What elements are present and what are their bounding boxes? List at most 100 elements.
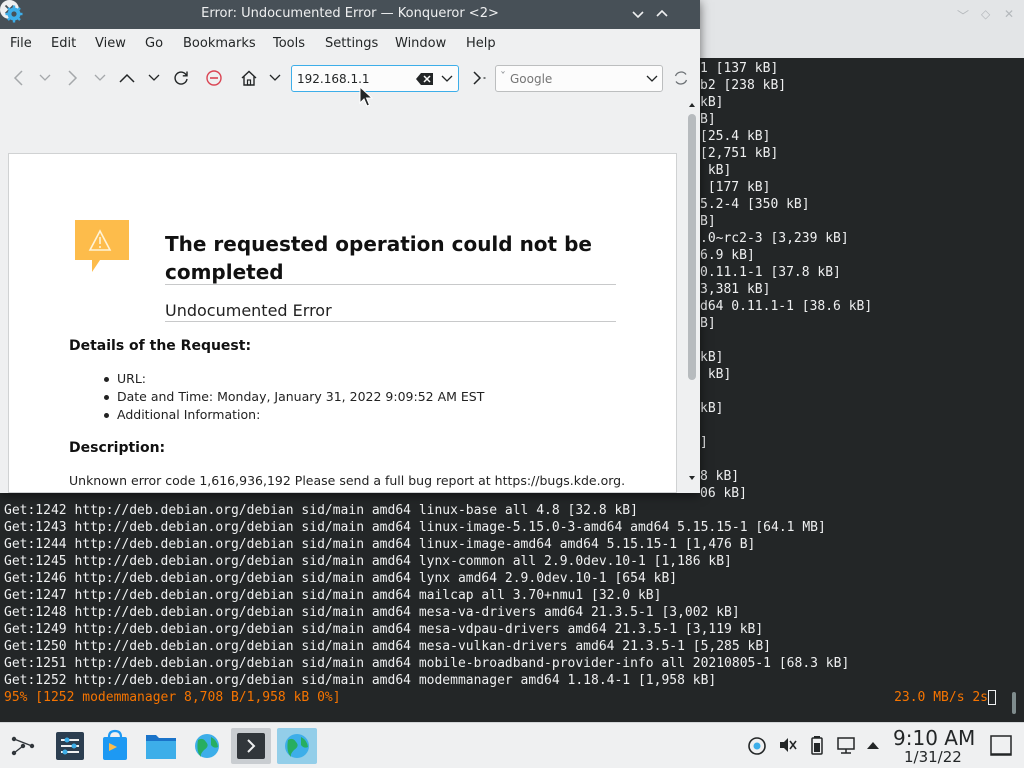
terminal-line-fragment: kB] [700, 401, 724, 416]
terminal-line-fragment: kB] [700, 163, 732, 178]
home-chevron-down-icon[interactable] [268, 73, 282, 83]
detail-date-time: Date and Time: Monday, January 31, 2022 … [103, 389, 485, 404]
terminal-maximize-icon[interactable]: ◇ [981, 7, 990, 21]
terminal-icon [237, 733, 265, 759]
mouse-pointer-icon [359, 86, 373, 107]
error-subheading: Undocumented Error [165, 301, 332, 320]
description-heading: Description: [69, 440, 166, 456]
web-search-bar[interactable]: ˇ [495, 65, 663, 92]
reload-icon[interactable] [172, 69, 190, 87]
search-reload-icon[interactable] [672, 69, 690, 87]
battery-icon[interactable] [809, 735, 825, 755]
up-history-chevron-down-icon[interactable] [147, 73, 161, 83]
terminal-line-fragment: kB] [700, 367, 732, 382]
terminal-line: Get:1248 http://deb.debian.org/debian si… [4, 605, 740, 620]
maximize-icon[interactable] [653, 5, 671, 23]
details-heading: Details of the Request: [69, 338, 252, 354]
forward-history-chevron-down-icon[interactable] [93, 73, 107, 83]
network-wired-icon[interactable] [836, 735, 858, 755]
error-page: The requested operation could not be com… [8, 153, 677, 493]
terminal-line-fragment: B] [700, 214, 716, 229]
subheading-divider [165, 321, 616, 322]
taskbar: 9:10 AM 1/31/22 [0, 722, 1024, 768]
window-titlebar[interactable]: Error: Undocumented Error — Konqueror <2… [0, 0, 700, 29]
terminal-line-fragment: kB] [700, 95, 724, 110]
back-history-chevron-down-icon[interactable] [38, 73, 52, 83]
system-settings-icon[interactable] [50, 728, 90, 764]
terminal-line-fragment: b2 [238 kB] [700, 78, 787, 93]
window-title: Error: Undocumented Error — Konqueror <2… [201, 6, 499, 21]
up-icon[interactable] [118, 70, 136, 86]
show-desktop-icon[interactable] [989, 734, 1013, 758]
terminal-download-speed: 23.0 MB/s 2s [894, 690, 988, 705]
terminal-line: Get:1249 http://deb.debian.org/debian si… [4, 622, 764, 637]
menu-file[interactable]: File [10, 36, 32, 51]
menu-bookmarks[interactable]: Bookmarks [183, 36, 256, 51]
minimize-icon[interactable] [629, 5, 647, 23]
terminal-line-fragment: [2,751 kB] [700, 146, 779, 161]
forward-icon[interactable] [64, 69, 80, 87]
terminal-line: Get:1245 http://deb.debian.org/debian si… [4, 554, 732, 569]
terminal-line: Get:1251 http://deb.debian.org/debian si… [4, 656, 850, 671]
description-text: Unknown error code 1,616,936,192 Please … [69, 473, 626, 488]
home-icon[interactable] [240, 69, 258, 87]
terminal-line-fragment: kB] [700, 350, 724, 365]
detail-additional-info: Additional Information: [103, 407, 261, 422]
error-heading: The requested operation could not be com… [165, 232, 592, 284]
terminal-line-fragment: d64 0.11.1-1 [38.6 kB] [700, 299, 873, 314]
terminal-line-fragment: .0~rc2-3 [3,239 kB] [700, 231, 849, 246]
terminal-line-fragment: 1 [137 kB] [700, 61, 779, 76]
terminal-task[interactable] [231, 728, 271, 764]
konqueror-task[interactable] [277, 728, 317, 764]
terminal-minimize-icon[interactable]: ﹀ [957, 7, 969, 24]
clear-url-icon[interactable] [416, 72, 434, 86]
clock-date[interactable]: 1/31/22 [904, 748, 962, 766]
terminal-line-fragment: [177 kB] [700, 180, 771, 195]
url-history-chevron-down-icon[interactable] [441, 74, 453, 84]
stop-icon[interactable] [205, 69, 223, 87]
clock-time[interactable]: 9:10 AM [893, 726, 975, 750]
terminal-line-fragment: B] [700, 316, 716, 331]
url-input[interactable] [297, 70, 409, 88]
terminal-line-fragment: 06 kB] [700, 486, 747, 501]
location-bar[interactable] [291, 65, 459, 92]
back-icon[interactable] [11, 69, 27, 87]
terminal-line-fragment: 6.9 kB] [700, 248, 755, 263]
terminal-line-fragment: 8 kB] [700, 469, 740, 484]
volume-muted-icon[interactable] [777, 735, 797, 755]
discover-store-icon[interactable] [95, 728, 135, 764]
terminal-line-fragment: ] [700, 435, 708, 450]
heading-divider [165, 284, 616, 285]
menu-view[interactable]: View [95, 36, 126, 51]
warning-icon [75, 220, 129, 272]
terminal-scrollbar[interactable] [1012, 692, 1016, 714]
update-notifier-icon[interactable] [747, 736, 767, 756]
menu-edit[interactable]: Edit [51, 36, 76, 51]
menu-settings[interactable]: Settings [325, 36, 378, 51]
terminal-line-fragment: B] [700, 112, 716, 127]
menu-tools[interactable]: Tools [273, 36, 305, 51]
terminal-line: Get:1244 http://deb.debian.org/debian si… [4, 537, 756, 552]
menu-go[interactable]: Go [145, 36, 163, 51]
menubar: File Edit View Go Bookmarks Tools Settin… [0, 30, 700, 58]
terminal-close-icon[interactable]: ✕ [1004, 7, 1014, 21]
scroll-down-icon[interactable] [688, 475, 696, 481]
menu-window[interactable]: Window [395, 36, 446, 51]
application-launcher-icon[interactable] [10, 735, 36, 757]
web-browser-globe-icon[interactable] [187, 728, 227, 764]
go-arrow-icon[interactable] [469, 69, 487, 87]
search-engine-icon[interactable]: ˇ [500, 70, 506, 84]
search-engine-chevron-down-icon[interactable] [646, 74, 658, 84]
detail-url: URL: [103, 371, 147, 386]
menu-help[interactable]: Help [466, 36, 496, 51]
content-scrollbar-thumb[interactable] [688, 114, 696, 380]
konqueror-window: Error: Undocumented Error — Konqueror <2… [0, 0, 700, 493]
web-search-input[interactable] [510, 70, 638, 88]
terminal-progress-status: 95% [1252 modemmanager 8,708 B/1,958 kB … [4, 690, 341, 705]
show-hidden-icons-chevron-up-icon[interactable] [866, 739, 880, 751]
terminal-line-fragment: 3,381 kB] [700, 282, 771, 297]
scroll-up-icon[interactable] [688, 102, 696, 108]
file-manager-folder-icon[interactable] [141, 728, 181, 764]
terminal-line-fragment: 5.2-4 [350 kB] [700, 197, 810, 212]
terminal-line: Get:1247 http://deb.debian.org/debian si… [4, 588, 662, 603]
